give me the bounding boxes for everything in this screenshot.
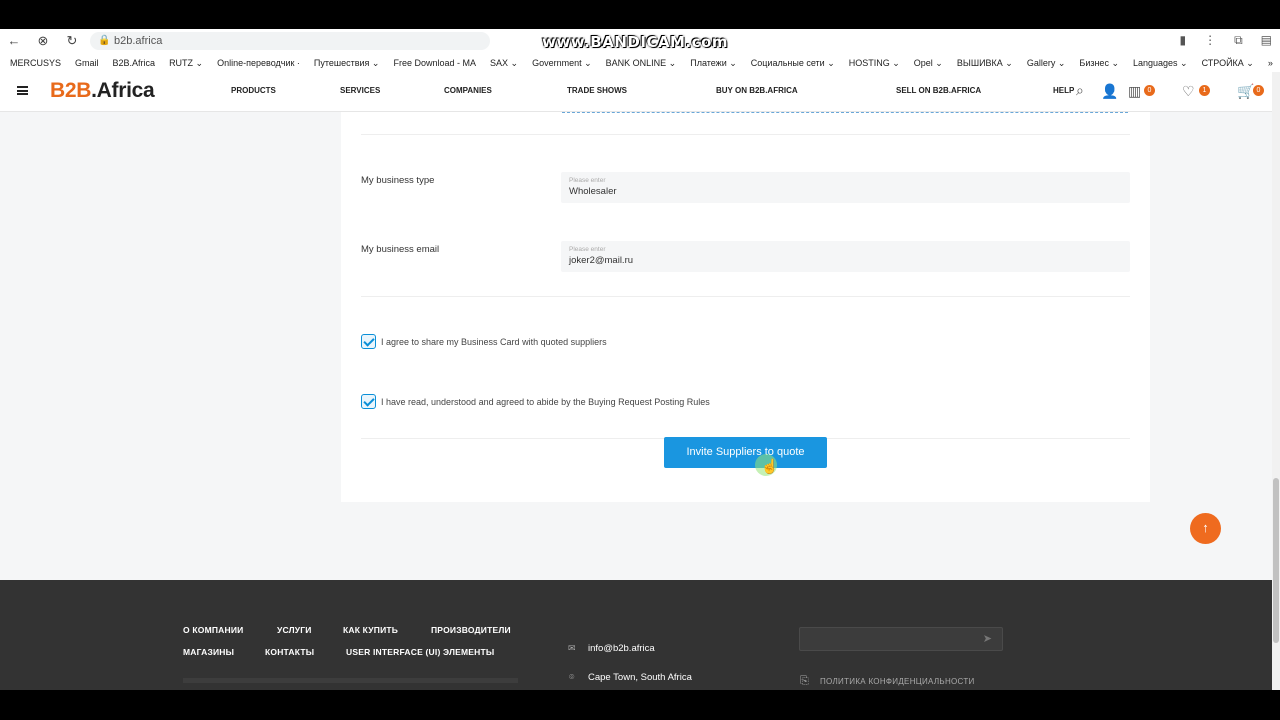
business-type-field[interactable]: Please enter Wholesaler bbox=[561, 172, 1130, 203]
newsletter-email-input[interactable]: ➤ bbox=[799, 627, 1003, 651]
footer-address: Cape Town, South Africa bbox=[588, 672, 692, 683]
nav-companies[interactable]: COMPANIES bbox=[444, 86, 492, 95]
invite-suppliers-button[interactable]: Invite Suppliers to quote bbox=[664, 437, 827, 468]
business-type-label: My business type bbox=[361, 175, 435, 186]
agree-business-card-checkbox[interactable] bbox=[361, 334, 376, 349]
reload-icon[interactable]: ↻ bbox=[64, 33, 80, 49]
privacy-policy-link[interactable]: ПОЛИТИКА КОНФИДЕНЦИАЛЬНОСТИ bbox=[820, 677, 975, 686]
cart-icon[interactable]: 🛒 bbox=[1237, 83, 1254, 100]
bookmark-item[interactable]: BANK ONLINE ⌄ bbox=[606, 58, 677, 69]
business-type-placeholder: Please enter bbox=[569, 177, 606, 184]
bookmark-item[interactable]: RUTZ ⌄ bbox=[169, 58, 203, 69]
bookmark-item[interactable]: Government ⌄ bbox=[532, 58, 592, 69]
bookmark-item[interactable]: Бизнес ⌄ bbox=[1079, 58, 1119, 69]
business-email-placeholder: Please enter bbox=[569, 246, 606, 253]
address-row: ← ⊗ ↻ 🔒 b2b.africa www.BANDICAM.com ▮ ⋮ … bbox=[0, 29, 1280, 53]
send-icon[interactable]: ➤ bbox=[983, 632, 992, 645]
business-email-field[interactable]: Please enter joker2@mail.ru bbox=[561, 241, 1130, 272]
screen-top-bar bbox=[0, 0, 1280, 29]
lock-icon: 🔒 bbox=[98, 35, 111, 46]
user-icon[interactable]: 👤 bbox=[1101, 83, 1118, 100]
page-scrollbar-thumb[interactable] bbox=[1273, 478, 1279, 643]
bookmark-star-icon[interactable]: ▮ bbox=[1179, 33, 1186, 48]
bookmark-item[interactable]: Online-переводчик · bbox=[217, 58, 300, 68]
bookmark-item[interactable]: Free Download - MA bbox=[393, 58, 476, 68]
bookmark-item[interactable]: Gallery ⌄ bbox=[1027, 58, 1066, 69]
bookmark-item[interactable]: Путешествия ⌄ bbox=[314, 58, 380, 69]
hamburger-menu-icon[interactable] bbox=[17, 86, 28, 95]
bookmark-item[interactable]: Социальные сети ⌄ bbox=[751, 58, 835, 69]
business-type-value: Wholesaler bbox=[569, 186, 617, 197]
business-email-label: My business email bbox=[361, 244, 440, 255]
footer-link-about[interactable]: О КОМПАНИИ bbox=[183, 625, 243, 635]
bookmark-item[interactable]: » bbox=[1268, 58, 1273, 68]
forward-icon[interactable]: ⊗ bbox=[35, 33, 51, 49]
logo-suffix: .Africa bbox=[91, 79, 155, 102]
cart-count-badge: 0 bbox=[1253, 85, 1264, 96]
compare-icon[interactable]: ▥ bbox=[1128, 83, 1141, 100]
bookmark-item[interactable]: Opel ⌄ bbox=[914, 58, 943, 69]
footer-link-how-to-buy[interactable]: КАК КУПИТЬ bbox=[343, 625, 398, 635]
bookmark-item[interactable]: B2B.Africa bbox=[113, 58, 156, 68]
bookmark-item[interactable]: ВЫШИВКА ⌄ bbox=[957, 58, 1013, 69]
menu-dots-icon[interactable]: ⋮ bbox=[1204, 33, 1216, 48]
browser-chrome: ← ⊗ ↻ 🔒 b2b.africa www.BANDICAM.com ▮ ⋮ … bbox=[0, 29, 1280, 72]
site-header: B2B.Africa PRODUCTS SERVICES COMPANIES T… bbox=[0, 72, 1272, 112]
agree-posting-rules-text: I have read, understood and agreed to ab… bbox=[381, 397, 710, 407]
screen-bottom-bar bbox=[0, 690, 1280, 720]
bookmarks-bar: MERCUSYS Gmail B2B.Africa RUTZ ⌄ Online-… bbox=[0, 54, 1280, 72]
footer-link-shops[interactable]: МАГАЗИНЫ bbox=[183, 647, 234, 657]
footer-link-services[interactable]: УСЛУГИ bbox=[277, 625, 312, 635]
email-icon: ✉ bbox=[568, 643, 576, 653]
business-email-value: joker2@mail.ru bbox=[569, 255, 634, 266]
agree-posting-rules-checkbox[interactable] bbox=[361, 394, 376, 409]
site-logo[interactable]: B2B.Africa bbox=[50, 79, 155, 103]
url-text: b2b.africa bbox=[114, 35, 163, 47]
nav-help[interactable]: HELP bbox=[1053, 86, 1074, 95]
bookmark-item[interactable]: MERCUSYS bbox=[10, 58, 61, 68]
bookmark-item[interactable]: SAX ⌄ bbox=[490, 58, 518, 69]
buying-request-form: My business type Please enter Wholesaler… bbox=[341, 112, 1150, 502]
compare-count-badge: 0 bbox=[1144, 85, 1155, 96]
extension-icon[interactable]: ⧉ bbox=[1234, 33, 1243, 48]
web-page: B2B.Africa PRODUCTS SERVICES COMPANIES T… bbox=[0, 72, 1272, 690]
bookmark-item[interactable]: HOSTING ⌄ bbox=[849, 58, 900, 69]
site-footer: О КОМПАНИИ УСЛУГИ КАК КУПИТЬ ПРОИЗВОДИТЕ… bbox=[0, 580, 1272, 690]
agree-business-card-text: I agree to share my Business Card with q… bbox=[381, 337, 607, 347]
nav-trade-shows[interactable]: TRADE SHOWS bbox=[567, 86, 627, 95]
footer-email[interactable]: info@b2b.africa bbox=[588, 643, 655, 654]
footer-link-manufacturers[interactable]: ПРОИЗВОДИТЕЛИ bbox=[431, 625, 511, 635]
wishlist-heart-icon[interactable]: ♡ bbox=[1182, 83, 1195, 100]
footer-link-ui-elements[interactable]: USER INTERFACE (UI) ЭЛЕМЕНТЫ bbox=[346, 647, 494, 657]
nav-buy[interactable]: BUY ON B2B.AFRICA bbox=[716, 86, 798, 95]
bookmark-item[interactable]: Gmail bbox=[75, 58, 99, 68]
hand-cursor-icon: ☝ bbox=[761, 458, 779, 474]
scroll-to-top-button[interactable]: ↑ bbox=[1190, 513, 1221, 544]
bookmark-item[interactable]: Languages ⌄ bbox=[1133, 58, 1188, 69]
nav-services[interactable]: SERVICES bbox=[340, 86, 380, 95]
section-divider bbox=[361, 134, 1130, 135]
url-bar[interactable]: 🔒 b2b.africa bbox=[90, 32, 490, 50]
location-pin-icon: ⌾ bbox=[569, 672, 575, 682]
nav-products[interactable]: PRODUCTS bbox=[231, 86, 276, 95]
footer-link-contacts[interactable]: КОНТАКТЫ bbox=[265, 647, 314, 657]
bookmark-item[interactable]: Платежи ⌄ bbox=[690, 58, 737, 69]
section-divider bbox=[361, 296, 1130, 297]
extensions-menu-icon[interactable]: ▤ bbox=[1261, 33, 1272, 48]
back-icon[interactable]: ← bbox=[6, 33, 22, 49]
previous-field-underline bbox=[562, 112, 1128, 113]
search-icon[interactable]: ⌕ bbox=[1076, 82, 1084, 99]
browser-toolbar-icons: ▮ ⋮ ⧉ ▤ bbox=[1179, 33, 1272, 48]
footer-blurred-text bbox=[183, 678, 518, 683]
nav-sell[interactable]: SELL ON B2B.AFRICA bbox=[896, 86, 981, 95]
logo-prefix: B2B bbox=[50, 79, 92, 102]
wishlist-count-badge: 1 bbox=[1199, 85, 1210, 96]
bookmark-item[interactable]: СТРОЙКА ⌄ bbox=[1202, 58, 1254, 69]
document-icon: ⎘ bbox=[800, 675, 809, 687]
recording-watermark: www.BANDICAM.com bbox=[542, 33, 729, 51]
